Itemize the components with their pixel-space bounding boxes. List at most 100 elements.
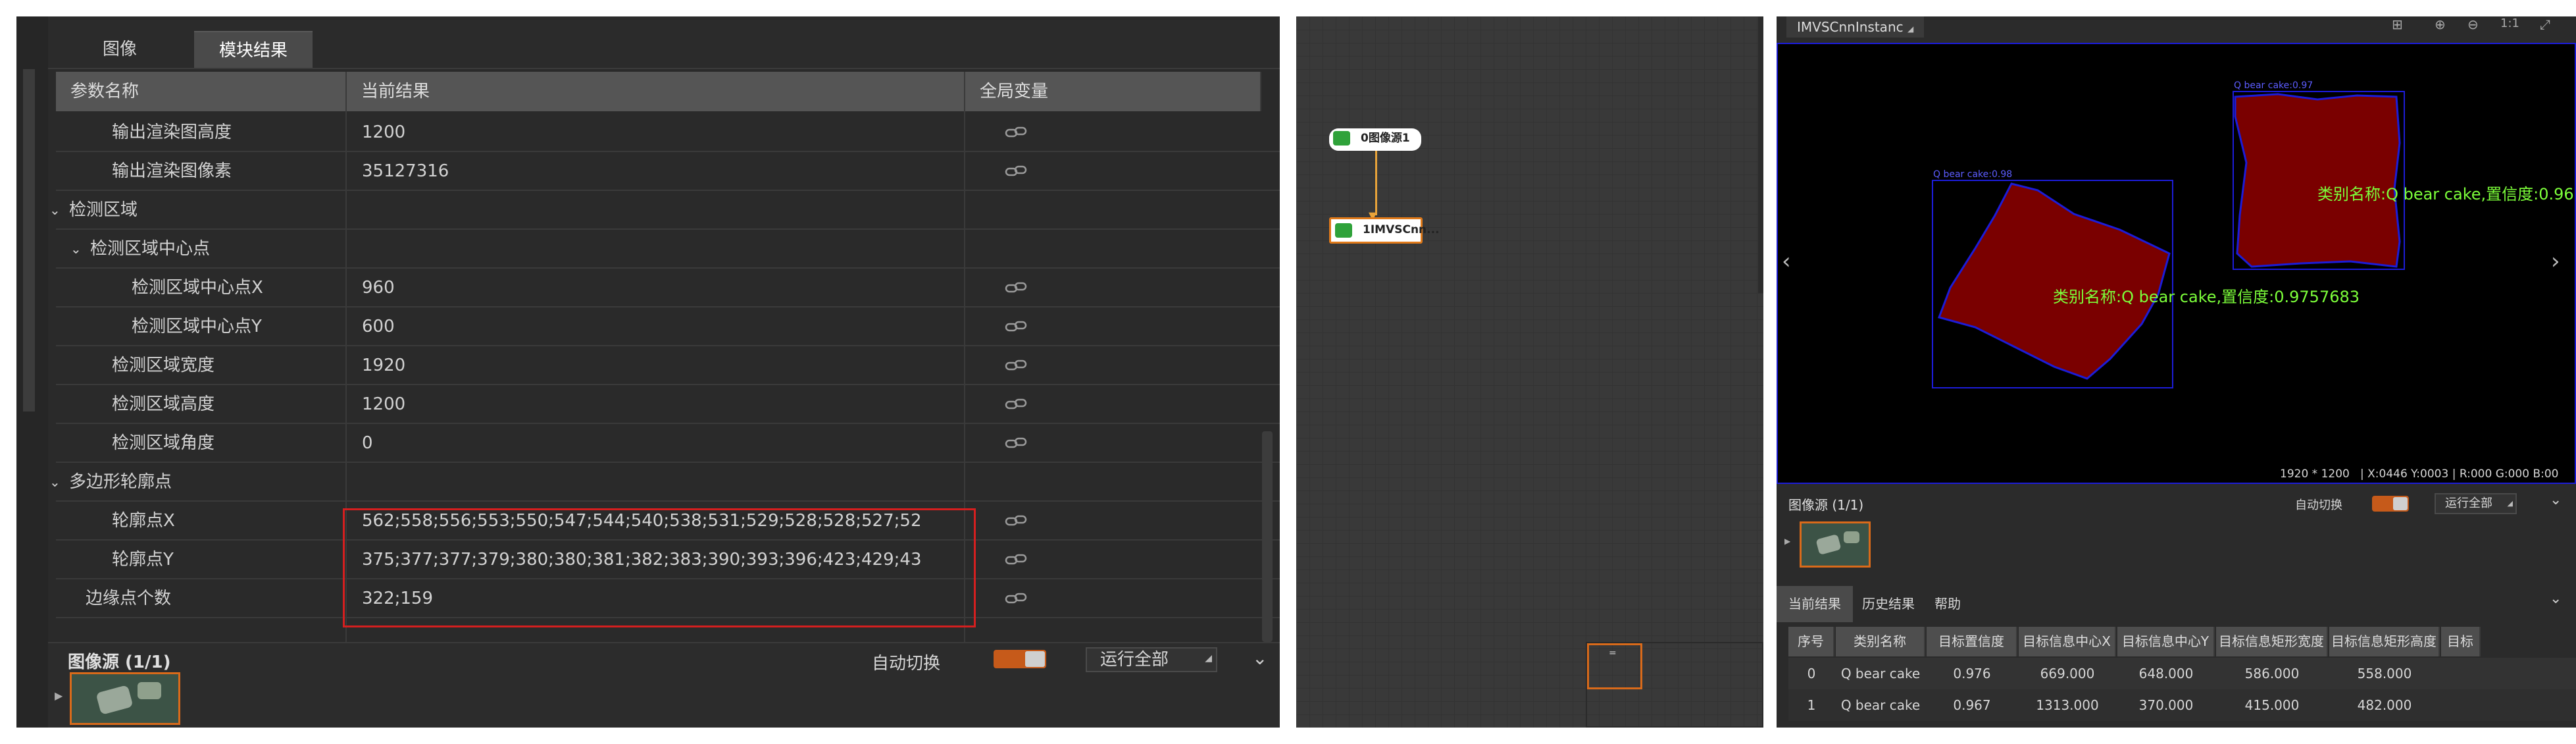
link-global-variable-icon[interactable]	[1005, 397, 1028, 412]
table-row[interactable]: ⌄ 多边形轮廓点	[49, 463, 1280, 502]
image-thumbnail[interactable]	[70, 672, 180, 725]
image-view-title-tab[interactable]: IMVSCnnInstanc ◢	[1786, 16, 1925, 38]
play-arrow-icon[interactable]: ▶	[1784, 537, 1790, 546]
tab-module-result[interactable]: 模块结果	[194, 31, 313, 68]
table-row[interactable]: 检测区域中心点Y 600	[56, 307, 1280, 346]
image-view-panel: IMVSCnnInstanc ◢ ⊞ ⊕ ⊖ 1:1 ⤢ Q bear cake…	[1777, 16, 2576, 728]
table-row[interactable]: 检测区域中心点X 960	[56, 269, 1280, 307]
table-row[interactable]: ⌄ 检测区域	[49, 191, 1280, 230]
image-view-title: IMVSCnnInstanc	[1797, 19, 1904, 35]
table-cell: 1	[1807, 697, 1816, 713]
detection-text-1: 类别名称:Q bear cake,置信度:0.9757683	[2053, 288, 2360, 306]
param-name: 输出渲染图像素	[112, 161, 232, 181]
table-cell: 482.000	[2357, 697, 2412, 713]
link-global-variable-icon[interactable]	[1005, 164, 1028, 178]
link-global-variable-icon[interactable]	[1005, 514, 1028, 528]
tab-current-result[interactable]: 当前结果	[1777, 586, 1853, 622]
minimap[interactable]: =	[1586, 642, 1763, 728]
canvas-scrollbar[interactable]	[1758, 16, 1763, 293]
table-row[interactable]: 输出渲染图像素 35127316	[56, 152, 1280, 191]
param-value	[362, 230, 967, 269]
table-cell: 415.000	[2244, 697, 2300, 713]
run-all-label: 运行全部	[1100, 650, 1169, 670]
auto-switch-toggle[interactable]	[2372, 496, 2409, 512]
auto-switch-label: 自动切换	[2295, 498, 2342, 512]
side-scrollbar-thumb[interactable]	[23, 69, 35, 412]
chevron-down-icon[interactable]: ⌄	[1252, 647, 1267, 669]
expand-chevron-icon[interactable]: ⌄	[70, 230, 82, 269]
link-global-variable-icon[interactable]	[1005, 552, 1028, 567]
flow-canvas[interactable]: 0图像源1 ▼ 1IMVSCnn... =	[1296, 16, 1763, 728]
link-global-variable-icon[interactable]	[1005, 125, 1028, 140]
param-value: 600	[362, 317, 395, 336]
detection-polygon-1	[1938, 182, 2171, 380]
link-global-variable-icon[interactable]	[1005, 280, 1028, 295]
zoom-in-icon[interactable]: ⊕	[2435, 16, 2446, 32]
zoom-out-icon[interactable]: ⊖	[2467, 16, 2479, 32]
cursor-readout: | X:0446 Y:0003 | R:000 G:000 B:00	[2360, 467, 2559, 481]
result-col-header: 目标信息矩形高度	[2329, 627, 2440, 656]
tab-help[interactable]: 帮助	[1923, 586, 1973, 622]
play-arrow-icon[interactable]: ▶	[55, 689, 63, 702]
minimap-label: =	[1609, 648, 1617, 658]
image-viewport[interactable]: Q bear cake:0.98 Q bear cake:0.97 类别名称:Q…	[1777, 43, 2576, 484]
auto-switch-label: 自动切换	[872, 654, 941, 674]
next-image-icon[interactable]: ›	[2551, 248, 2560, 275]
param-name: 轮廓点Y	[112, 550, 174, 570]
link-global-variable-icon[interactable]	[1005, 319, 1028, 334]
node-label: 1IMVSCnn...	[1363, 223, 1440, 236]
result-col-header: 目标信息矩形宽度	[2216, 627, 2328, 656]
auto-switch-toggle[interactable]	[994, 650, 1046, 668]
run-all-label: 运行全部	[2445, 496, 2492, 510]
image-thumbnail[interactable]	[1800, 521, 1871, 568]
result-tabbar: 图像 模块结果	[48, 16, 1280, 69]
expand-chevron-icon[interactable]: ⌄	[49, 463, 61, 502]
col-header-global-var: 全局变量	[965, 72, 1261, 111]
table-cell: Q bear cake	[1840, 697, 1921, 713]
result-col-header: 目标	[2441, 627, 2481, 656]
param-value: 0	[362, 433, 373, 453]
result-col-header: 目标信息中心Y	[2117, 627, 2215, 656]
tab-image[interactable]: 图像	[77, 31, 163, 68]
node-label: 0图像源1	[1361, 132, 1410, 145]
table-scrollbar[interactable]	[1262, 431, 1273, 642]
table-cell: 370.000	[2138, 697, 2194, 713]
table-cell: 0.976	[1953, 666, 1991, 681]
tab-history-result[interactable]: 历史结果	[1850, 586, 1927, 622]
detection-label-2: Q bear cake:0.97	[2234, 80, 2313, 91]
expand-chevron-icon[interactable]: ⌄	[49, 191, 61, 230]
param-name: 轮廓点X	[112, 511, 175, 531]
param-value: 1920	[362, 356, 406, 375]
param-name: 检测区域中心点	[90, 239, 211, 259]
fit-icon[interactable]: ⊞	[2392, 16, 2403, 32]
table-row[interactable]: 检测区域角度 0	[56, 424, 1280, 463]
table-row[interactable]: 检测区域高度 1200	[56, 385, 1280, 424]
flow-node-cnn-instance[interactable]: 1IMVSCnn...	[1329, 217, 1440, 244]
param-value: 1200	[362, 122, 406, 142]
run-all-dropdown[interactable]: 运行全部 ◢	[2435, 493, 2517, 514]
actual-size-icon[interactable]: 1:1	[2500, 16, 2519, 30]
prev-image-icon[interactable]: ‹	[1782, 248, 1791, 275]
link-global-variable-icon[interactable]	[1005, 436, 1028, 450]
fullscreen-icon[interactable]: ⤢	[2540, 16, 2550, 32]
dropdown-corner-icon: ◢	[1907, 24, 1914, 34]
detection-label-1: Q bear cake:0.98	[1933, 169, 2013, 180]
param-name: 检测区域	[69, 200, 138, 220]
module-result-panel: 图像 模块结果 参数名称 当前结果 全局变量 输出渲染图高度 1200 输出渲染图像…	[16, 16, 1280, 728]
table-row[interactable]: 输出渲染图高度 1200	[56, 113, 1280, 152]
chevron-down-icon[interactable]: ⌄	[2550, 591, 2562, 607]
link-global-variable-icon[interactable]	[1005, 591, 1028, 606]
chevron-down-icon[interactable]: ⌄	[2550, 492, 2562, 508]
table-cell	[2441, 689, 2481, 721]
flow-node-image-source[interactable]: 0图像源1	[1329, 128, 1421, 151]
table-row[interactable]: ⌄ 检测区域中心点	[56, 230, 1280, 269]
link-global-variable-icon[interactable]	[1005, 358, 1028, 373]
minimap-viewport[interactable]: =	[1587, 643, 1642, 689]
detection-overlay	[1932, 91, 2405, 388]
table-cell: 0.967	[1953, 697, 1991, 713]
image-source-icon	[1333, 131, 1350, 146]
run-all-dropdown[interactable]: 运行全部 ◢	[1086, 647, 1217, 672]
param-value: 960	[362, 278, 395, 298]
table-row[interactable]: 检测区域宽度 1920	[56, 346, 1280, 385]
table-cell: 558.000	[2357, 666, 2412, 681]
